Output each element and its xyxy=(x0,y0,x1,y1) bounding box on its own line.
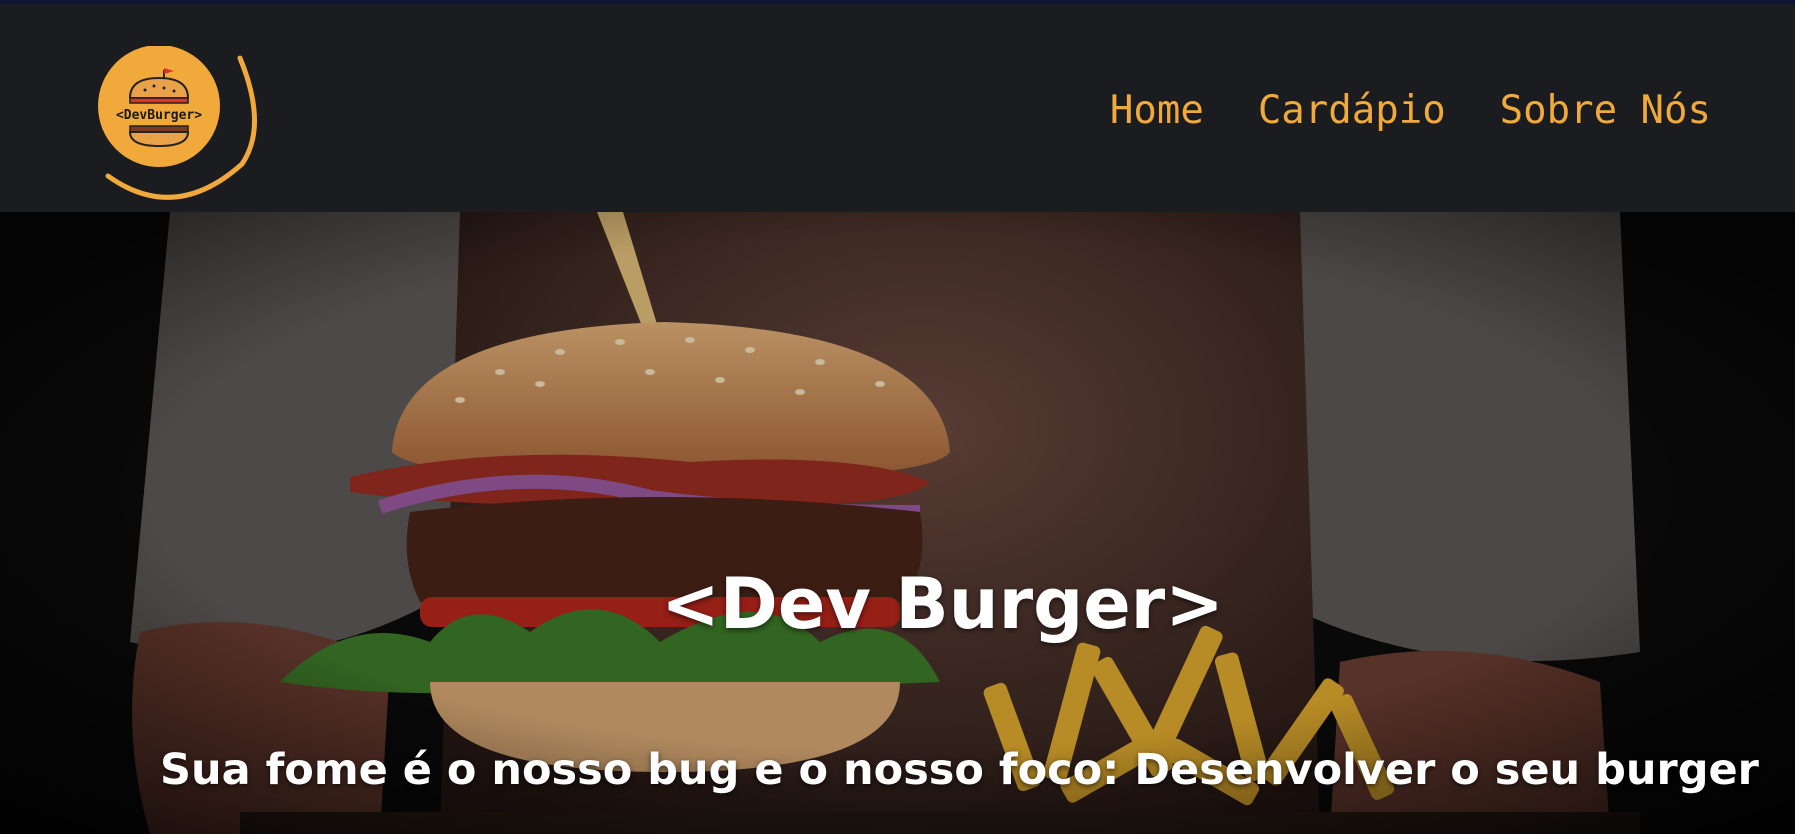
burger-logo-icon: <DevBurger> xyxy=(98,45,257,200)
hero-subtitle: Sua fome é o nosso bug e o nosso foco: D… xyxy=(160,745,1759,795)
logo-text: <DevBurger> xyxy=(116,108,202,123)
main-nav: Home Cardápio Sobre Nós xyxy=(1110,86,1711,136)
hero-title: <Dev Burger> xyxy=(661,562,1224,645)
site-header: <DevBurger> Home Cardápio Sobre Nós xyxy=(0,4,1795,212)
nav-home-link[interactable]: Home xyxy=(1110,86,1204,136)
hero-section: <Dev Burger> Sua fome é o nosso bug e o … xyxy=(0,212,1795,834)
brand-logo[interactable]: <DevBurger> xyxy=(90,45,260,204)
nav-about-link[interactable]: Sobre Nós xyxy=(1500,86,1711,136)
hero-burger-image xyxy=(0,212,1795,834)
nav-menu-link[interactable]: Cardápio xyxy=(1258,86,1446,136)
